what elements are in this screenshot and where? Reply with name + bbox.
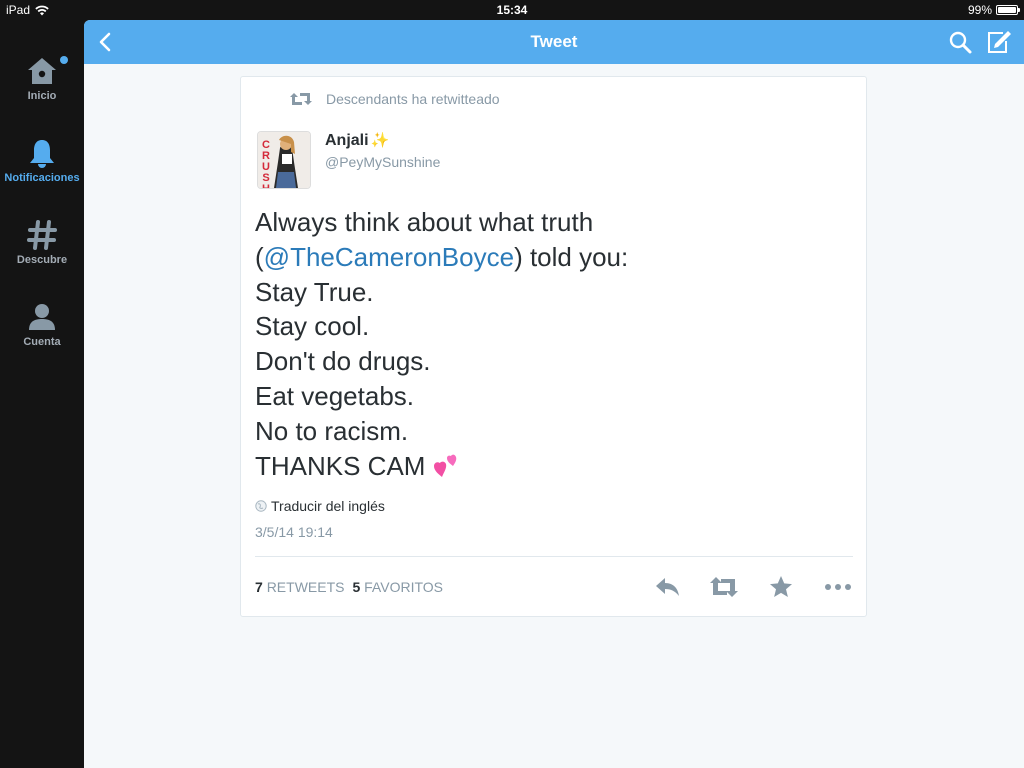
tweet-text: Always think about what truth (@TheCamer…: [255, 205, 845, 483]
sparkle-emoji: ✨: [370, 132, 390, 149]
retweets-label: RETWEETS: [266, 579, 345, 595]
sidebar-item-label: Descubre: [16, 254, 68, 266]
person-icon: [29, 304, 55, 330]
page-title: Tweet: [530, 32, 578, 51]
sidebar-item-label: Inicio: [27, 90, 57, 102]
tweet-line: Stay cool.: [255, 311, 370, 342]
retweet-button[interactable]: [709, 574, 739, 600]
favorites-stat[interactable]: 5 FAVORITOS: [352, 579, 443, 595]
retweets-stat[interactable]: 7 RETWEETS: [255, 579, 344, 595]
sidebar-item-label: Cuenta: [23, 336, 61, 348]
tweet-line: No to racism.: [255, 415, 409, 446]
compose-icon: [988, 31, 1011, 53]
battery-fill: [998, 7, 1016, 13]
avatar[interactable]: CRUSH: [257, 131, 311, 189]
tweet-line: Stay True.: [255, 276, 374, 307]
retweeted-by: Descendants ha retwitteado: [290, 91, 500, 107]
tweet-timestamp: 3/5/14 19:14: [255, 524, 333, 540]
sidebar-item-label: Notificaciones: [4, 172, 80, 184]
status-bar: iPad 15:34 99%: [0, 0, 1024, 20]
sidebar-item-notifications[interactable]: Notificaciones: [0, 136, 84, 184]
divider: [255, 556, 853, 557]
mention-link[interactable]: @TheCameronBoyce: [264, 242, 514, 272]
favorite-button[interactable]: [766, 574, 796, 600]
more-button[interactable]: [823, 574, 853, 600]
hashtag-icon: [27, 220, 57, 250]
main-panel: Tweet Descendants ha retwitteado C R U S…: [84, 20, 1024, 768]
retweet-icon: [710, 577, 738, 597]
sidebar-item-account[interactable]: Cuenta: [0, 300, 84, 348]
top-bar: Tweet: [84, 20, 1024, 64]
home-icon: [28, 58, 56, 84]
retweets-count: 7: [255, 579, 263, 595]
battery-icon: [996, 5, 1020, 15]
avatar-logo-text: CRUSH: [262, 139, 270, 189]
sidebar-item-discover[interactable]: Descubre: [0, 218, 84, 266]
tweet-line: (@TheCameronBoyce) told you:: [255, 240, 845, 275]
retweeted-by-label: Descendants ha retwitteado: [326, 91, 500, 107]
battery-percent: 99%: [967, 3, 992, 17]
status-right: 99%: [967, 3, 1020, 17]
compose-button[interactable]: [984, 28, 1012, 56]
more-icon: [825, 584, 851, 590]
tweet-text-fragment: ) told you:: [514, 241, 629, 272]
user-handle[interactable]: @PeyMySunshine: [325, 154, 440, 170]
status-time: 15:34: [496, 3, 528, 17]
translate-link[interactable]: Traducir del inglés: [255, 498, 385, 514]
favorites-label: FAVORITOS: [364, 579, 443, 595]
tweet-text-fragment: THANKS CAM: [255, 450, 426, 481]
search-icon: [949, 31, 972, 54]
unread-dot: [60, 56, 68, 64]
two-hearts-emoji-icon: [433, 454, 456, 477]
sidebar: Inicio Notificaciones Descubre Cuenta: [0, 20, 84, 768]
bell-icon: [30, 140, 54, 168]
tweet-card: Descendants ha retwitteado CRUSH Anjali ✨…: [240, 76, 867, 617]
reply-icon: [656, 578, 679, 596]
favorites-count: 5: [352, 579, 361, 595]
tweet-line: Don't do drugs.: [255, 346, 431, 377]
user-name[interactable]: Anjali ✨: [325, 131, 389, 150]
tweet-stats: 7 RETWEETS 5 FAVORITOS: [255, 579, 443, 595]
user-name-text: Anjali: [325, 132, 369, 149]
reply-button[interactable]: [653, 574, 683, 600]
tweet-line: THANKS CAM: [255, 449, 845, 484]
tweet-text-fragment: (: [255, 241, 264, 272]
search-button[interactable]: [946, 28, 974, 56]
tweet-line: Always think about what truth: [255, 207, 594, 237]
tweet-line: Eat vegetabs.: [255, 380, 414, 411]
translate-label: Traducir del inglés: [271, 498, 385, 514]
retweet-icon: [290, 93, 312, 105]
globe-icon: [255, 500, 267, 512]
star-icon: [770, 576, 792, 597]
sidebar-item-home[interactable]: Inicio: [0, 54, 84, 102]
